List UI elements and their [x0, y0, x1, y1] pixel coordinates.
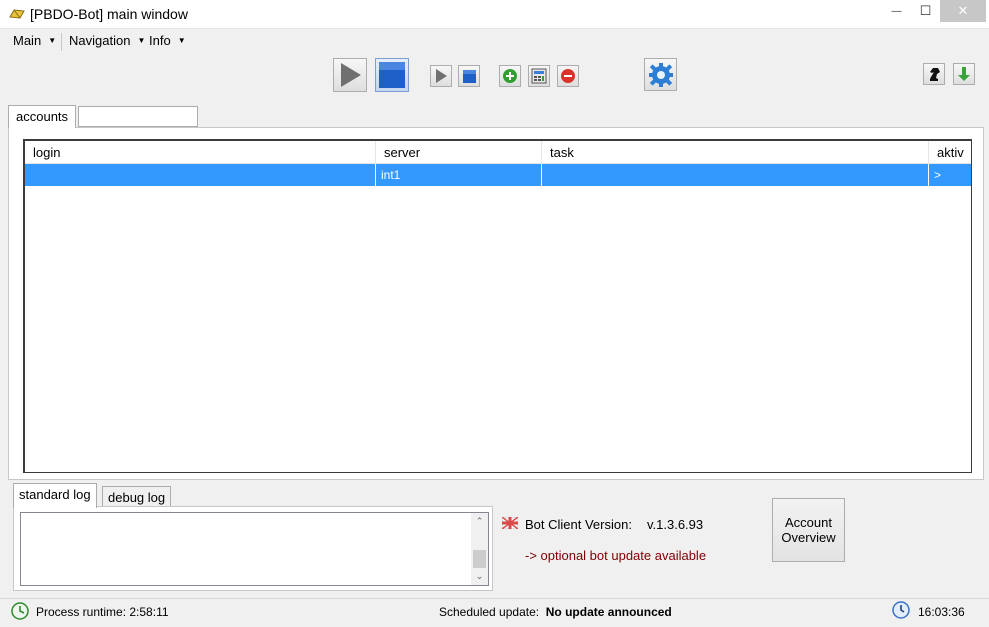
chess-button[interactable]	[923, 63, 945, 85]
start-selected-button[interactable]	[430, 65, 452, 87]
version-label: Bot Client Version:	[525, 517, 632, 532]
uk-flag-icon	[502, 517, 518, 529]
log-textarea[interactable]: ⌃ ⌄	[20, 512, 489, 586]
scroll-up-icon[interactable]: ⌃	[471, 513, 488, 530]
menu-main-label: Main	[13, 33, 42, 48]
settings-gear-icon	[648, 62, 673, 87]
add-icon	[503, 69, 517, 83]
clock-icon	[892, 601, 910, 619]
stop-selected-button[interactable]	[458, 65, 480, 87]
menu-navigation-label: Navigation	[69, 33, 131, 48]
column-header-task[interactable]: task	[542, 141, 929, 164]
column-header-login[interactable]: login	[25, 141, 376, 164]
cell-login	[25, 164, 376, 186]
menu-navigation[interactable]: Navigation ▼	[69, 33, 145, 48]
stop-large-icon	[379, 62, 405, 88]
scheduled-update-label: Scheduled update:	[439, 605, 540, 619]
chess-knight-icon	[930, 68, 940, 81]
chevron-down-icon: ▼	[48, 36, 57, 45]
account-filter-input[interactable]	[78, 106, 198, 127]
tab-standard-log[interactable]: standard log	[13, 483, 97, 508]
accounts-list[interactable]: login server task aktiv int1 >	[23, 139, 972, 473]
download-arrow-icon	[958, 67, 970, 81]
status-bar: Process runtime: 2:58:11 Scheduled updat…	[0, 598, 989, 627]
runtime-value: 2:58:11	[129, 605, 169, 619]
update-download-button[interactable]	[953, 63, 975, 85]
chevron-down-icon: ▼	[137, 36, 146, 45]
stop-small-icon	[462, 69, 476, 83]
start-all-button[interactable]	[333, 58, 367, 92]
cell-server: int1	[376, 164, 542, 186]
version-value: v.1.3.6.93	[647, 517, 704, 532]
stop-all-button[interactable]	[375, 58, 409, 92]
chevron-down-icon: ▼	[177, 36, 186, 45]
log-panel: ⌃ ⌄	[13, 506, 493, 591]
log-scrollbar[interactable]: ⌃ ⌄	[471, 513, 488, 585]
clock-time: 16:03:36	[918, 605, 965, 619]
close-icon: ✕	[957, 3, 969, 18]
scheduled-update-value: No update announced	[545, 605, 672, 619]
play-small-icon	[436, 69, 447, 83]
title-bar[interactable]: [PBDO-Bot] main window — ☐ ✕	[0, 0, 989, 29]
list-header: login server task aktiv	[25, 141, 971, 164]
scroll-thumb[interactable]	[473, 550, 486, 568]
remove-account-button[interactable]	[557, 65, 579, 87]
accounts-panel: login server task aktiv int1 >	[8, 127, 984, 480]
table-row[interactable]: int1 >	[25, 164, 971, 186]
scroll-down-icon[interactable]: ⌄	[471, 568, 488, 585]
runtime-label: Process runtime:	[36, 605, 127, 619]
window-title: [PBDO-Bot] main window	[30, 6, 188, 22]
tab-accounts[interactable]: accounts	[8, 105, 77, 128]
settings-button[interactable]	[644, 58, 677, 91]
close-button[interactable]: ✕	[940, 0, 986, 22]
column-header-server[interactable]: server	[376, 141, 542, 164]
runtime-clock-icon	[11, 602, 29, 620]
maximize-button[interactable]: ☐	[911, 0, 940, 22]
update-note-link[interactable]: -> optional bot update available	[525, 548, 706, 563]
menu-separator	[61, 33, 62, 51]
tab-standard-log-label: standard log	[19, 487, 91, 502]
cell-task	[542, 164, 929, 186]
add-account-button[interactable]	[499, 65, 521, 87]
play-large-icon	[341, 63, 361, 87]
account-overview-button[interactable]: Account Overview	[772, 498, 845, 562]
remove-icon	[561, 69, 575, 83]
runtime-status: Process runtime: 2:58:11	[36, 605, 169, 619]
calculator-icon	[531, 68, 547, 84]
app-icon	[9, 9, 25, 19]
tab-accounts-label: accounts	[16, 109, 69, 124]
minimize-button[interactable]: —	[882, 0, 911, 22]
cell-aktiv: >	[934, 168, 942, 182]
maximize-icon: ☐	[919, 3, 932, 18]
edit-account-button[interactable]	[528, 65, 550, 87]
menu-info-label: Info	[149, 33, 171, 48]
scheduled-update-status: Scheduled update: No update announced	[439, 605, 672, 619]
menu-info[interactable]: Info ▼	[149, 33, 186, 48]
minimize-icon: —	[891, 5, 902, 17]
tab-debug-log[interactable]: debug log	[102, 486, 172, 507]
menu-bar: Main ▼ Navigation ▼ Info ▼	[0, 30, 989, 52]
menu-main[interactable]: Main ▼	[13, 33, 56, 48]
column-header-aktiv[interactable]: aktiv	[929, 141, 971, 164]
tab-debug-log-label: debug log	[108, 490, 166, 505]
